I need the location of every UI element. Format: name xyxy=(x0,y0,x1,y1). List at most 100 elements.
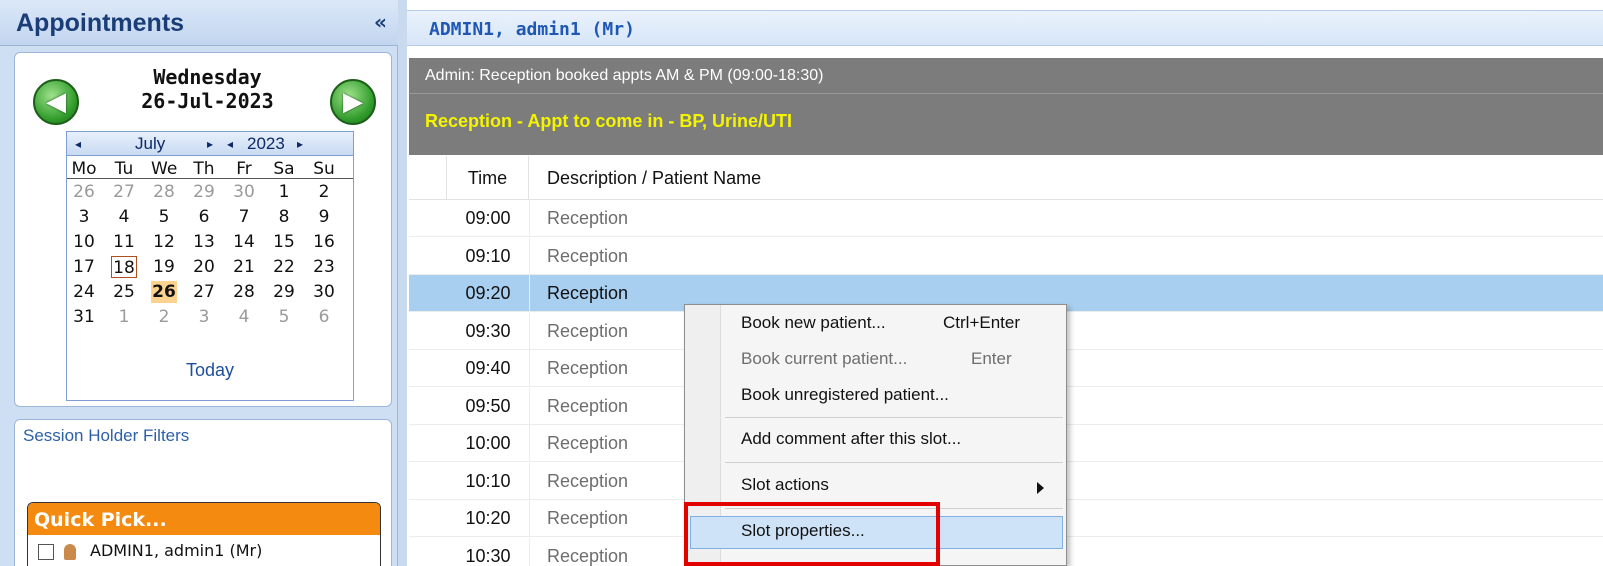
calendar-day[interactable]: 2 xyxy=(151,306,177,328)
today-link[interactable]: Today xyxy=(67,360,353,381)
column-header-time[interactable]: Time xyxy=(447,156,529,200)
calendar-day[interactable]: 12 xyxy=(151,231,177,253)
prev-month-icon[interactable]: ◂ xyxy=(75,137,81,151)
slot-row[interactable]: 09:00 Reception xyxy=(409,200,1603,237)
mini-calendar-header: ◂ July ▸ ◂ 2023 ▸ xyxy=(67,132,353,156)
shortcut-label: Ctrl+Enter xyxy=(943,313,1020,332)
calendar-day[interactable]: 18 xyxy=(111,256,137,278)
calendar-day[interactable]: 3 xyxy=(71,206,97,228)
next-day-button[interactable]: ▶ xyxy=(330,79,376,125)
slot-time: 09:20 xyxy=(465,283,511,303)
year-label[interactable]: 2023 xyxy=(247,134,285,154)
column-divider xyxy=(529,425,530,462)
arrow-right-icon: ▶ xyxy=(343,87,363,117)
calendar-day[interactable]: 29 xyxy=(191,181,217,203)
next-year-icon[interactable]: ▸ xyxy=(297,137,303,151)
slot-time: 10:30 xyxy=(465,545,511,566)
left-panel-header: Appointments « xyxy=(0,0,398,46)
calendar-day[interactable]: 22 xyxy=(271,256,297,278)
calendar-day[interactable]: 20 xyxy=(191,256,217,278)
shortcut-label: Enter xyxy=(971,349,1012,368)
menu-item-slot-actions[interactable]: Slot actions xyxy=(741,475,829,495)
calendar-day[interactable]: 9 xyxy=(311,206,337,228)
calendar-day[interactable]: 1 xyxy=(271,181,297,203)
left-panel: Appointments « ◀ Wednesday 26-Jul-2023 ▶… xyxy=(0,0,398,566)
calendar-day[interactable]: 5 xyxy=(151,206,177,228)
calendar-day[interactable]: 11 xyxy=(111,231,137,253)
slot-description: Reception xyxy=(547,508,629,528)
slot-row[interactable]: 09:10 Reception xyxy=(409,237,1603,275)
weekday-label: Sa xyxy=(273,159,295,179)
column-divider xyxy=(529,537,530,566)
grid-header: Time Description / Patient Name xyxy=(409,156,1603,200)
prev-year-icon[interactable]: ◂ xyxy=(227,137,233,151)
calendar-day[interactable]: 13 xyxy=(191,231,217,253)
slot-time: 09:40 xyxy=(465,358,511,378)
appointments-window: Appointments « ◀ Wednesday 26-Jul-2023 ▶… xyxy=(0,0,1603,566)
session-banner: Admin: Reception booked appts AM & PM (0… xyxy=(409,58,1603,155)
slot-description: Reception xyxy=(547,283,629,303)
calendar-day[interactable]: 15 xyxy=(271,231,297,253)
calendar-day[interactable]: 10 xyxy=(71,231,97,253)
menu-item-add-comment[interactable]: Add comment after this slot... xyxy=(741,429,961,449)
calendar-day[interactable]: 30 xyxy=(231,181,257,203)
calendar-day[interactable]: 8 xyxy=(271,206,297,228)
quick-pick-title[interactable]: Quick Pick... xyxy=(28,503,380,535)
next-month-icon[interactable]: ▸ xyxy=(207,137,213,151)
date-weekday: Wednesday xyxy=(153,65,262,89)
calendar-day[interactable]: 19 xyxy=(151,256,177,278)
column-header-description[interactable]: Description / Patient Name xyxy=(547,168,761,189)
slot-time: 09:00 xyxy=(465,208,511,228)
calendar-day[interactable]: 31 xyxy=(71,306,97,328)
slot-time: 09:30 xyxy=(465,320,511,341)
month-label[interactable]: July xyxy=(135,134,165,154)
calendar-day[interactable]: 28 xyxy=(231,281,257,303)
date-full: 26-Jul-2023 xyxy=(141,89,274,113)
previous-day-button[interactable]: ◀ xyxy=(33,79,79,125)
calendar-day[interactable]: 6 xyxy=(311,306,337,328)
menu-item-book-new-patient[interactable]: Book new patient... xyxy=(741,313,886,333)
slot-time: 09:10 xyxy=(465,245,511,266)
calendar-day[interactable]: 29 xyxy=(271,281,297,303)
calendar-day[interactable]: 5 xyxy=(271,306,297,328)
column-divider xyxy=(529,462,530,500)
session-holder-title: ADMIN1, admin1 (Mr) xyxy=(429,19,635,40)
collapse-panel-button[interactable]: « xyxy=(374,10,387,34)
calendar-day[interactable]: 3 xyxy=(191,306,217,328)
weekday-header: Mo Tu We Th Fr Sa Su xyxy=(67,157,353,179)
filters-label[interactable]: Session Holder Filters xyxy=(23,426,189,446)
calendar-day[interactable]: 27 xyxy=(191,281,217,303)
calendar-day[interactable]: 28 xyxy=(151,181,177,203)
panel-title: Appointments xyxy=(16,9,185,37)
calendar-box: ◀ Wednesday 26-Jul-2023 ▶ ◂ July ▸ ◂ 202… xyxy=(14,52,392,407)
calendar-day[interactable]: 23 xyxy=(311,256,337,278)
calendar-day[interactable]: 17 xyxy=(71,256,97,278)
calendar-day[interactable]: 6 xyxy=(191,206,217,228)
current-date: Wednesday 26-Jul-2023 xyxy=(95,65,320,113)
calendar-day[interactable]: 26 xyxy=(71,181,97,203)
calendar-day[interactable]: 30 xyxy=(311,281,337,303)
calendar-day[interactable]: 2 xyxy=(311,181,337,203)
menu-item-book-unregistered-patient[interactable]: Book unregistered patient... xyxy=(741,385,949,405)
calendar-day[interactable]: 24 xyxy=(71,281,97,303)
checkbox[interactable] xyxy=(38,543,54,560)
calendar-day[interactable]: 16 xyxy=(311,231,337,253)
slot-description: Reception xyxy=(547,395,629,416)
quick-pick-item[interactable]: ADMIN1, admin1 (Mr) xyxy=(38,541,262,560)
calendar-day[interactable]: 26 xyxy=(151,281,177,303)
slot-description: Reception xyxy=(547,545,629,566)
calendar-day[interactable]: 1 xyxy=(111,306,137,328)
calendar-day[interactable]: 27 xyxy=(111,181,137,203)
column-divider xyxy=(529,350,530,387)
calendar-day[interactable]: 7 xyxy=(231,206,257,228)
calendar-day[interactable]: 4 xyxy=(231,306,257,328)
column-divider xyxy=(529,200,530,237)
menu-item-book-current-patient[interactable]: Book current patient... xyxy=(741,349,907,369)
weekday-label: Tu xyxy=(114,159,134,179)
slot-description: Reception xyxy=(547,320,629,341)
calendar-day[interactable]: 21 xyxy=(231,256,257,278)
weekday-label: Th xyxy=(193,159,215,179)
calendar-day[interactable]: 14 xyxy=(231,231,257,253)
calendar-day[interactable]: 25 xyxy=(111,281,137,303)
calendar-day[interactable]: 4 xyxy=(111,206,137,228)
